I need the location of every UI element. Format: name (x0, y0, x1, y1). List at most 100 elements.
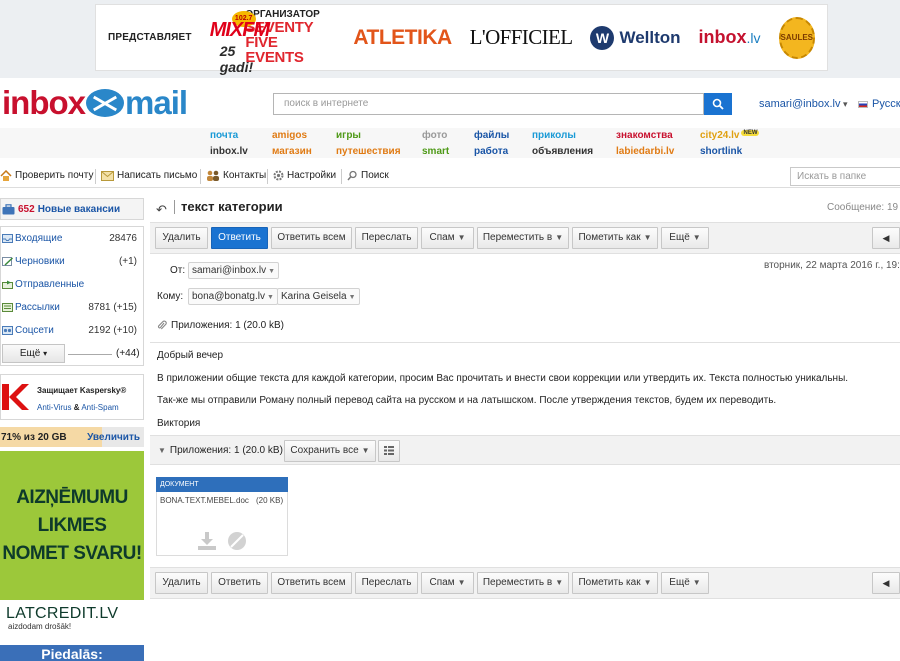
download-icon[interactable] (196, 531, 218, 551)
side-ad-banner[interactable]: AIZŅĒMUMU LIKMES NOMET SVARU! (0, 451, 144, 600)
move-to-button[interactable]: Переместить в ▼ (477, 572, 569, 594)
web-search-button[interactable] (704, 93, 732, 115)
spam-button[interactable]: Спам ▼ (421, 227, 474, 249)
view-toggle-button[interactable] (378, 440, 400, 462)
nav-link-dating[interactable]: знакомства (616, 130, 673, 141)
previous-message-button[interactable]: ◀ (872, 572, 900, 594)
nav-link-shortlink[interactable]: shortlink (700, 146, 742, 157)
folder-name: Соцсети (15, 324, 54, 336)
nav-link-mail[interactable]: почта (210, 130, 238, 141)
mail-search-button[interactable]: Поиск (347, 170, 389, 181)
previous-message-button[interactable]: ◀ (872, 227, 900, 249)
spam-label: Спам (429, 577, 455, 588)
nav-link-smart[interactable]: smart (422, 146, 449, 157)
reply-button[interactable]: Ответить (211, 572, 268, 594)
folder-count: 8781 (+15) (88, 301, 137, 313)
inbox-mail-logo[interactable]: inbox mail (2, 84, 188, 121)
to-label: Кому: (157, 291, 184, 302)
folder-drafts[interactable]: Черновики (+1) (0, 251, 142, 271)
more-actions-button[interactable]: Ещё ▼ (661, 572, 709, 594)
message-subject: текст категории (181, 199, 283, 214)
more-folders-button[interactable]: Ещё ▾ (2, 344, 65, 363)
new-badge: NEW (741, 130, 760, 136)
nav-link-amigos[interactable]: amigos (272, 130, 307, 141)
save-all-button[interactable]: Сохранить все ▼ (284, 440, 376, 462)
settings-button[interactable]: Настройки (273, 170, 336, 181)
toolbar-divider (341, 169, 342, 184)
caret-down-icon: ▼ (643, 578, 652, 587)
mark-as-button[interactable]: Пометить как ▼ (572, 227, 658, 249)
move-label: Переместить в (482, 232, 553, 243)
gear-icon (273, 170, 284, 181)
body-divider (150, 342, 900, 343)
folder-count: (+1) (118, 255, 137, 267)
mark-as-button[interactable]: Пометить как ▼ (572, 572, 658, 594)
caret-down-icon: ▼ (555, 233, 564, 242)
settings-label: Настройки (287, 170, 337, 181)
attachments-toggle[interactable]: ▼ Приложения: 1 (20.0 kB) (158, 445, 283, 456)
sent-folder-icon (2, 280, 13, 289)
contacts-label: Контакты (223, 170, 267, 181)
nav-link-jokes[interactable]: приколы (532, 130, 576, 141)
top-banner-ad[interactable]: ПРЕДСТАВЛЯЕТ 102.7 MIXFM 25 gadi! ОРГАНИ… (95, 4, 828, 75)
web-search-input[interactable]: поиск в интернете (273, 93, 704, 115)
nav-link-files[interactable]: файлы (474, 130, 509, 141)
folder-newsletters[interactable]: Рассылки 8781 (+15) (0, 297, 142, 317)
contacts-button[interactable]: Контакты (206, 170, 266, 181)
check-mail-button[interactable]: Проверить почту (0, 170, 93, 181)
back-arrow-icon[interactable]: ↶ (156, 202, 167, 218)
inbox-banner-logo: inbox.lv (699, 27, 761, 48)
delete-button[interactable]: Удалить (155, 572, 208, 594)
recipient-chip[interactable]: bona@bonatg.lv ▼ (188, 288, 278, 305)
forward-button[interactable]: Переслать (355, 572, 418, 594)
move-to-button[interactable]: Переместить в ▼ (477, 227, 569, 249)
reply-all-button[interactable]: Ответить всем (271, 227, 352, 249)
attachments-bar-label: Приложения: 1 (20.0 kB) (169, 445, 283, 456)
folder-sent[interactable]: Отправленные (0, 274, 142, 294)
user-account-menu[interactable]: samari@inbox.lv (759, 98, 848, 110)
side-ad-banner-2[interactable]: Piedalās: (0, 645, 144, 661)
more-actions-button[interactable]: Ещё ▼ (661, 227, 709, 249)
folder-search-input[interactable]: Искать в папке (790, 167, 900, 186)
body-greeting: Добрый вечер (157, 350, 224, 361)
nav-link-photo[interactable]: фото (422, 130, 447, 141)
recipient-address: bona@bonatg.lv (192, 291, 265, 302)
contacts-icon (207, 170, 219, 181)
body-paragraph: Так-же мы отправили Роману полный перево… (157, 395, 777, 406)
russian-flag-icon (858, 100, 868, 108)
reply-button[interactable]: Ответить (211, 227, 268, 249)
body-paragraph: В приложении общие текста для каждой кат… (157, 373, 849, 384)
nav-link-travel[interactable]: путешествия (336, 146, 401, 157)
toolbar-divider (95, 169, 96, 184)
move-label: Переместить в (482, 577, 553, 588)
nav-link-games[interactable]: игры (336, 130, 361, 141)
compose-button[interactable]: Написать письмо (101, 170, 197, 181)
caret-down-icon: ▼ (268, 268, 275, 275)
nav-link-city24-label: city24.lv (700, 130, 740, 141)
attachment-size: (20 KB) (256, 496, 284, 505)
banner-presents: ПРЕДСТАВЛЯЕТ (108, 32, 192, 43)
nav-link-jobs[interactable]: работа (474, 146, 508, 157)
delete-button[interactable]: Удалить (155, 227, 208, 249)
forward-button[interactable]: Переслать (355, 227, 418, 249)
sender-chip[interactable]: samari@inbox.lv ▼ (188, 262, 279, 279)
mark-label: Пометить как (578, 577, 641, 588)
recipient-chip[interactable]: Karina Geisela ▼ (277, 288, 360, 305)
increase-quota-link[interactable]: Увеличить (87, 432, 140, 443)
inbox-banner-name: inbox (698, 27, 747, 47)
view-document-icon[interactable] (226, 531, 248, 551)
reply-all-button[interactable]: Ответить всем (271, 572, 352, 594)
folder-inbox[interactable]: Входящие 28476 (0, 228, 142, 248)
vacancies-link[interactable]: 652 Новые вакансии (0, 198, 144, 220)
spam-button[interactable]: Спам ▼ (421, 572, 474, 594)
nav-link-classifieds[interactable]: объявления (532, 146, 593, 157)
drafts-folder-icon (2, 256, 13, 266)
folder-social[interactable]: Соцсети 2192 (+10) (0, 320, 142, 340)
nav-link-inbox[interactable]: inbox.lv (210, 146, 248, 157)
nav-link-labiedarbi[interactable]: labiedarbi.lv (616, 146, 674, 157)
nav-link-city24[interactable]: city24.lv NEW (700, 130, 760, 141)
language-selector[interactable]: Русск (858, 98, 900, 110)
nav-link-shop[interactable]: магазин (272, 146, 312, 157)
folder-name: Отправленные (15, 278, 85, 290)
inbox-banner-tld: .lv (746, 30, 761, 46)
